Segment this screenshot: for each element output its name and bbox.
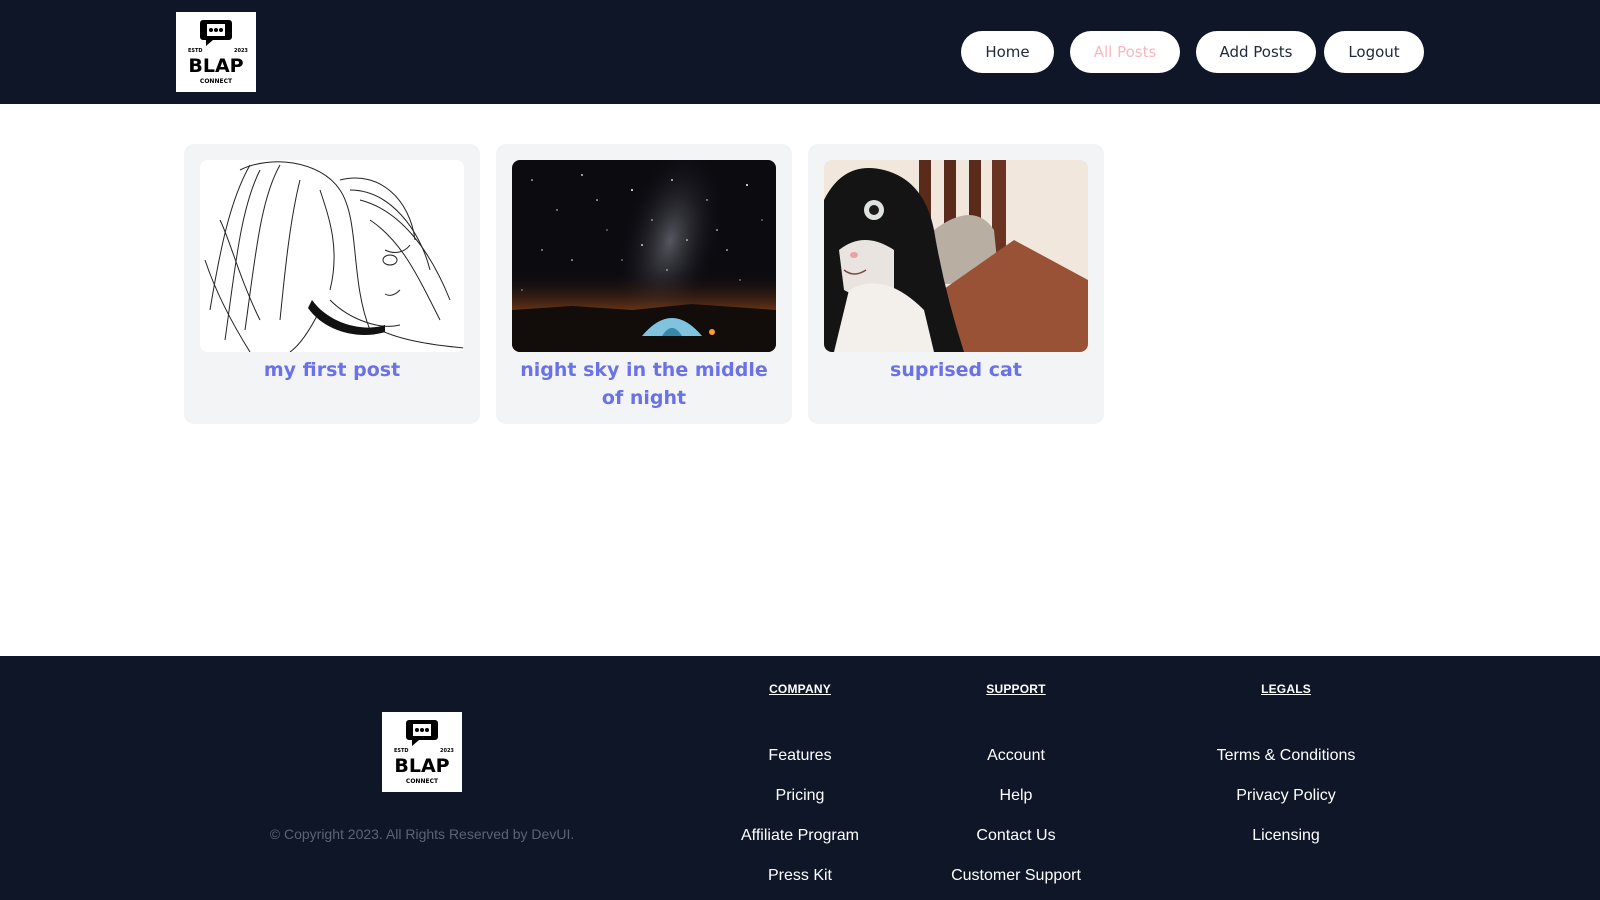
footer-link-privacy-policy[interactable]: Privacy Policy bbox=[1166, 776, 1406, 816]
footer-heading: LEGALS bbox=[1261, 682, 1311, 696]
svg-text:BLAP: BLAP bbox=[394, 755, 449, 777]
post-image-anime-sketch[interactable] bbox=[200, 160, 464, 352]
footer-link-help[interactable]: Help bbox=[896, 776, 1136, 816]
footer-column-company: COMPANY Features Pricing Affiliate Progr… bbox=[680, 682, 920, 896]
footer-heading: SUPPORT bbox=[986, 682, 1046, 696]
footer-link-account[interactable]: Account bbox=[896, 736, 1136, 776]
svg-text:2023: 2023 bbox=[234, 48, 248, 54]
site-header: ESTD 2023 BLAP CONNECT Home All Posts Ad… bbox=[0, 0, 1600, 104]
post-image-night-sky[interactable] bbox=[512, 160, 776, 352]
footer-link-pricing[interactable]: Pricing bbox=[680, 776, 920, 816]
anime-sketch-image bbox=[200, 160, 464, 352]
post-card[interactable]: night sky in the middle of night bbox=[496, 144, 792, 424]
post-card[interactable]: suprised cat bbox=[808, 144, 1104, 424]
footer-logo-mark: ESTD 2023 BLAP CONNECT bbox=[382, 712, 462, 792]
footer-link-affiliate-program[interactable]: Affiliate Program bbox=[680, 816, 920, 856]
posts-grid: my first post night sky in the middle of… bbox=[0, 104, 1600, 656]
copyright-text: © Copyright 2023. All Rights Reserved by… bbox=[269, 826, 575, 842]
night-sky-image bbox=[512, 160, 776, 352]
cat-image bbox=[824, 160, 1088, 352]
post-title[interactable]: my first post bbox=[196, 356, 468, 384]
footer-heading: COMPANY bbox=[769, 682, 831, 696]
nav-all-posts-button[interactable]: All Posts bbox=[1070, 31, 1180, 73]
site-footer: ESTD 2023 BLAP CONNECT © Copyright 2023.… bbox=[0, 656, 1600, 900]
post-title[interactable]: suprised cat bbox=[820, 356, 1092, 384]
svg-text:2023: 2023 bbox=[440, 748, 454, 754]
footer-link-terms[interactable]: Terms & Conditions bbox=[1166, 736, 1406, 776]
svg-text:CONNECT: CONNECT bbox=[406, 778, 439, 785]
svg-text:CONNECT: CONNECT bbox=[200, 78, 233, 85]
footer-link-licensing[interactable]: Licensing bbox=[1166, 816, 1406, 856]
nav-add-posts-button[interactable]: Add Posts bbox=[1196, 31, 1316, 73]
footer-link-contact-us[interactable]: Contact Us bbox=[896, 816, 1136, 856]
logo-mark: ESTD 2023 BLAP CONNECT bbox=[176, 12, 256, 92]
svg-text:BLAP: BLAP bbox=[188, 55, 243, 77]
footer-column-legals: LEGALS Terms & Conditions Privacy Policy… bbox=[1166, 682, 1406, 856]
footer-link-features[interactable]: Features bbox=[680, 736, 920, 776]
footer-link-customer-support[interactable]: Customer Support bbox=[896, 856, 1136, 896]
post-image-cat[interactable] bbox=[824, 160, 1088, 352]
footer-link-press-kit[interactable]: Press Kit bbox=[680, 856, 920, 896]
post-card[interactable]: my first post bbox=[184, 144, 480, 424]
footer-blap-connect-logo[interactable]: ESTD 2023 BLAP CONNECT bbox=[382, 712, 462, 792]
svg-text:ESTD: ESTD bbox=[188, 48, 203, 54]
post-title[interactable]: night sky in the middle of night bbox=[508, 356, 780, 412]
nav-logout-button[interactable]: Logout bbox=[1324, 31, 1424, 73]
blap-connect-logo[interactable]: ESTD 2023 BLAP CONNECT bbox=[176, 12, 256, 92]
footer-column-support: SUPPORT Account Help Contact Us Customer… bbox=[896, 682, 1136, 896]
svg-text:ESTD: ESTD bbox=[394, 748, 409, 754]
nav-home-button[interactable]: Home bbox=[961, 31, 1054, 73]
